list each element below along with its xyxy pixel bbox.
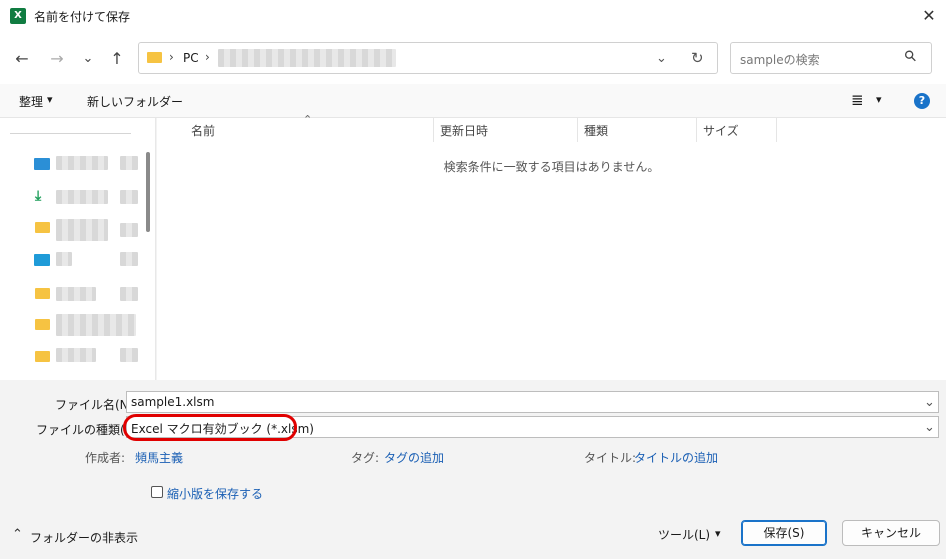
- filename-input[interactable]: sample1.xlsm: [131, 395, 214, 409]
- organize-caret-icon[interactable]: ▾: [47, 93, 53, 106]
- folder-icon: [35, 319, 50, 330]
- nav-item-redacted[interactable]: [56, 156, 108, 170]
- breadcrumb-separator: ›: [169, 50, 174, 64]
- new-folder-button[interactable]: 新しいフォルダー: [87, 93, 183, 110]
- tags-label: タグ:: [351, 451, 380, 465]
- folder-icon: [35, 288, 50, 299]
- chevron-up-icon[interactable]: ⌃: [12, 527, 23, 542]
- sort-indicator-icon: ⌃: [303, 113, 313, 126]
- folder-icon: [35, 222, 50, 233]
- filename-dropdown-icon[interactable]: ⌄: [924, 395, 935, 410]
- back-arrow-icon[interactable]: ←: [11, 49, 33, 69]
- up-arrow-icon[interactable]: ↑: [106, 49, 128, 69]
- author-value[interactable]: 頻馬主義: [135, 449, 183, 466]
- refresh-icon[interactable]: ↻: [691, 49, 704, 67]
- column-header-modified[interactable]: 更新日時: [440, 122, 488, 139]
- filetype-dropdown-icon[interactable]: ⌄: [924, 420, 935, 435]
- column-header-size[interactable]: サイズ: [703, 122, 739, 139]
- nav-item-redacted[interactable]: [56, 252, 72, 266]
- nav-pane-scrollbar[interactable]: [146, 152, 150, 232]
- author-label: 作成者:: [85, 451, 126, 465]
- title-meta-label: タイトル:: [584, 451, 637, 465]
- save-button[interactable]: 保存(S): [741, 520, 827, 546]
- nav-item-redacted[interactable]: [56, 287, 96, 301]
- view-options-icon[interactable]: ≣: [851, 91, 864, 109]
- nav-item-redacted: [120, 156, 138, 170]
- add-title-link[interactable]: タイトルの追加: [634, 449, 718, 466]
- tools-caret-icon[interactable]: ▾: [715, 527, 721, 540]
- search-input[interactable]: sampleの検索: [740, 51, 820, 68]
- column-header-type[interactable]: 種類: [584, 122, 608, 139]
- filename-field[interactable]: sample1.xlsm ⌄: [126, 391, 939, 413]
- column-separator[interactable]: [433, 118, 434, 142]
- breadcrumb-pc[interactable]: PC: [183, 51, 199, 65]
- column-separator[interactable]: [776, 118, 777, 142]
- nav-item-redacted[interactable]: [56, 190, 108, 204]
- highlight-annotation: [123, 414, 297, 441]
- nav-divider: [10, 133, 131, 134]
- nav-item-redacted: [120, 223, 138, 237]
- save-thumbnail-checkbox[interactable]: [151, 486, 163, 498]
- organize-button[interactable]: 整理: [19, 93, 43, 110]
- breadcrumb-separator: ›: [205, 50, 210, 64]
- nav-item-redacted: [120, 348, 138, 362]
- column-header-name[interactable]: 名前: [191, 122, 215, 139]
- desktop-icon: [34, 158, 50, 170]
- recent-locations-icon[interactable]: ⌄: [77, 49, 99, 69]
- view-caret-icon[interactable]: ▾: [876, 93, 882, 106]
- monitor-icon: [34, 254, 50, 266]
- nav-item-redacted: [120, 252, 138, 266]
- folder-icon: [147, 52, 162, 63]
- column-separator[interactable]: [577, 118, 578, 142]
- nav-item-redacted[interactable]: [56, 314, 136, 336]
- nav-item-redacted[interactable]: [56, 348, 96, 362]
- title-bar: [0, 0, 946, 32]
- help-icon[interactable]: ?: [914, 93, 930, 109]
- address-dropdown-icon[interactable]: ⌄: [656, 51, 667, 66]
- download-icon: ⤓: [35, 188, 42, 204]
- forward-arrow-icon[interactable]: →: [46, 49, 68, 69]
- close-button[interactable]: ✕: [912, 2, 946, 30]
- empty-message: 検索条件に一致する項目はありません。: [443, 160, 660, 174]
- folder-icon: [35, 351, 50, 362]
- breadcrumb-redacted-path[interactable]: [218, 49, 396, 67]
- add-tag-link[interactable]: タグの追加: [384, 449, 444, 466]
- save-thumbnail-label[interactable]: 縮小版を保存する: [167, 485, 263, 502]
- cancel-button[interactable]: キャンセル: [842, 520, 940, 546]
- nav-item-redacted: [120, 287, 138, 301]
- window-title: 名前を付けて保存: [34, 10, 131, 24]
- excel-icon: X: [10, 8, 26, 24]
- tools-button[interactable]: ツール(L): [658, 526, 710, 543]
- hide-folders-button[interactable]: フォルダーの非表示: [30, 529, 138, 546]
- column-separator[interactable]: [696, 118, 697, 142]
- nav-item-redacted[interactable]: [56, 219, 108, 241]
- nav-item-redacted: [120, 190, 138, 204]
